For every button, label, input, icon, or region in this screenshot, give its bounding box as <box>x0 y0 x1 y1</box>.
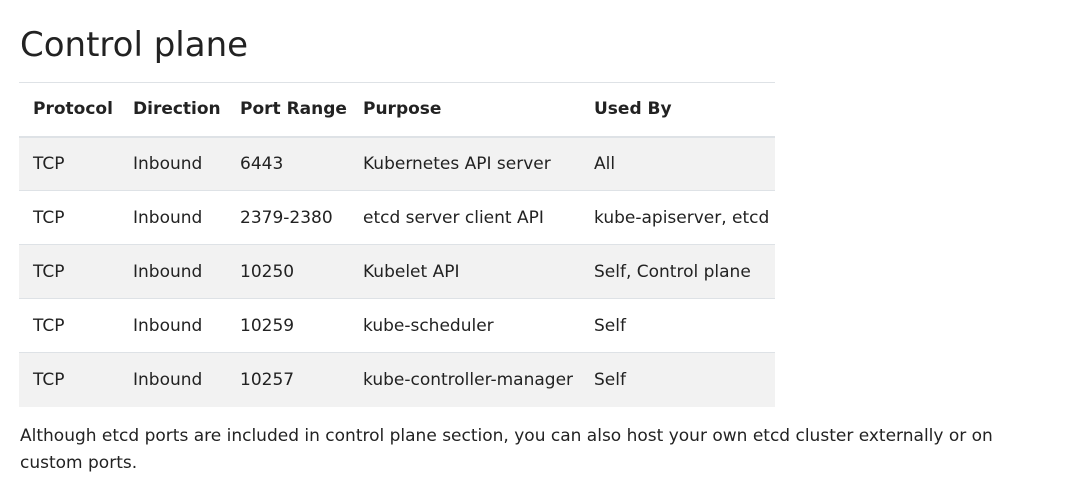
cell-purpose: etcd server client API <box>363 207 544 228</box>
cell-direction: Inbound <box>133 261 203 282</box>
table-row: TCP Inbound 10250 Kubelet API Self, Cont… <box>19 244 775 299</box>
ports-table: Protocol Direction Port Range Purpose Us… <box>19 82 775 407</box>
table-body: TCP Inbound 6443 Kubernetes API server A… <box>19 136 775 407</box>
cell-protocol: TCP <box>33 207 65 228</box>
etcd-note-paragraph: Although etcd ports are included in cont… <box>20 426 993 473</box>
cell-protocol: TCP <box>33 315 65 336</box>
cell-port-range: 10250 <box>240 261 295 282</box>
cell-protocol: TCP <box>33 369 65 390</box>
header-port-range: Port Range <box>240 99 347 120</box>
table-row: TCP Inbound 10257 kube-controller-manage… <box>19 352 775 407</box>
cell-direction: Inbound <box>133 315 203 336</box>
header-used-by: Used By <box>594 99 672 120</box>
cell-direction: Inbound <box>133 369 203 390</box>
cell-used-by: Self <box>594 369 626 390</box>
section-heading: Control plane <box>20 25 249 65</box>
header-purpose: Purpose <box>363 99 442 120</box>
table-header: Protocol Direction Port Range Purpose Us… <box>19 82 775 137</box>
table-row: TCP Inbound 10259 kube-scheduler Self <box>19 299 775 353</box>
cell-port-range: 6443 <box>240 153 284 174</box>
header-protocol: Protocol <box>33 99 113 120</box>
cell-purpose: Kubelet API <box>363 261 460 282</box>
cell-used-by: Self, Control plane <box>594 261 751 282</box>
cell-port-range: 10259 <box>240 315 295 336</box>
header-direction: Direction <box>133 99 221 120</box>
cell-protocol: TCP <box>33 153 65 174</box>
cell-used-by: kube-apiserver, etcd <box>594 207 770 228</box>
cell-protocol: TCP <box>33 261 65 282</box>
table-header-row: Protocol Direction Port Range Purpose Us… <box>19 82 775 137</box>
cell-port-range: 10257 <box>240 369 295 390</box>
cell-port-range: 2379-2380 <box>240 207 333 228</box>
cell-purpose: kube-controller-manager <box>363 369 574 390</box>
cell-purpose: Kubernetes API server <box>363 153 551 174</box>
cell-direction: Inbound <box>133 207 203 228</box>
table-row: TCP Inbound 6443 Kubernetes API server A… <box>19 136 775 191</box>
table-row: TCP Inbound 2379-2380 etcd server client… <box>19 191 775 245</box>
cell-direction: Inbound <box>133 153 203 174</box>
cell-used-by: Self <box>594 315 626 336</box>
cell-purpose: kube-scheduler <box>363 315 494 336</box>
cell-used-by: All <box>594 153 616 174</box>
